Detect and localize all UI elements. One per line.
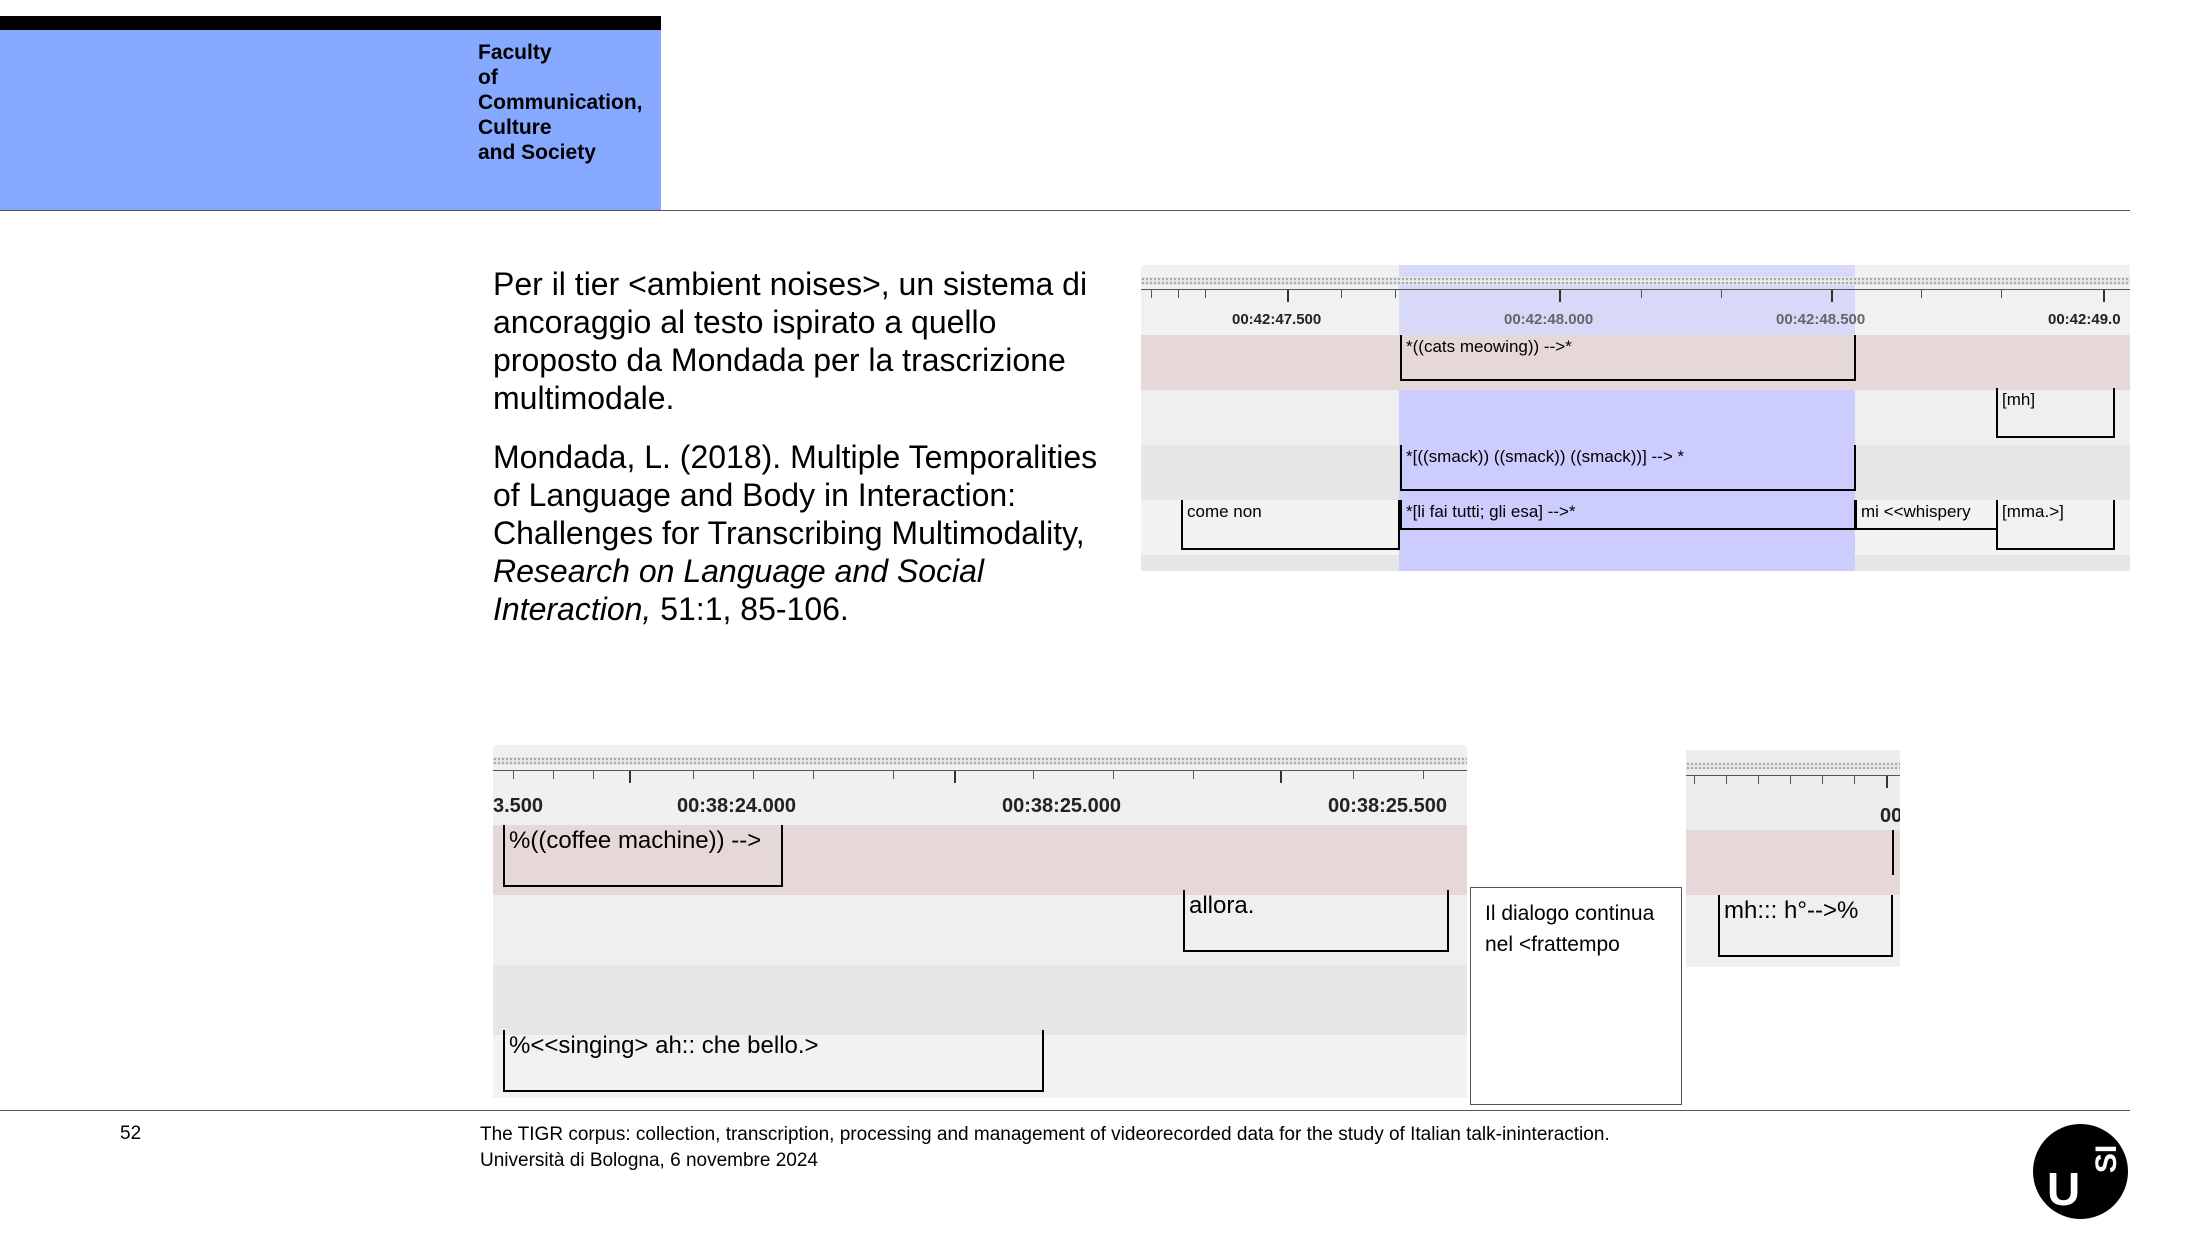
time-label: 00:42:48.500 bbox=[1776, 311, 1866, 328]
tick bbox=[1886, 776, 1888, 788]
time-label: 00:38:24.000 bbox=[677, 795, 796, 817]
tick bbox=[1033, 771, 1034, 779]
footer-line1: The TIGR corpus: collection, transcripti… bbox=[480, 1124, 1610, 1145]
time-label: 00:38:25.000 bbox=[1002, 795, 1121, 817]
tick bbox=[1694, 776, 1695, 784]
tick bbox=[1854, 776, 1855, 784]
tick bbox=[1178, 290, 1179, 298]
tick bbox=[553, 771, 554, 779]
reference-part2: 51:1, 85-106. bbox=[651, 591, 849, 627]
time-label: 00 bbox=[1880, 805, 1900, 827]
annotation-allora[interactable]: allora. bbox=[1183, 890, 1449, 952]
ruler-line bbox=[1141, 289, 2130, 290]
timeline-panel-bottom-right: 00 mh::: h°-->% bbox=[1686, 750, 1900, 967]
tick bbox=[1559, 290, 1561, 302]
tick bbox=[1423, 771, 1424, 779]
reference-part1: Mondada, L. (2018). Multiple Temporaliti… bbox=[493, 439, 1098, 551]
footer-line2: Università di Bologna, 6 novembre 2024 bbox=[480, 1150, 818, 1171]
faculty-label: Faculty of Communication, Culture and So… bbox=[478, 41, 643, 164]
logo-si: SI bbox=[2090, 1144, 2124, 1174]
ruler-dots bbox=[1686, 762, 1900, 770]
tick bbox=[1151, 290, 1152, 298]
annotation-boundary bbox=[1892, 830, 1894, 875]
tick bbox=[1113, 771, 1114, 779]
tick bbox=[1641, 290, 1642, 298]
tick bbox=[593, 771, 594, 779]
time-label: 00:42:48.000 bbox=[1504, 311, 1594, 328]
time-label: 00:38:25.500 bbox=[1328, 795, 1447, 817]
timeline-panel-bottom-left: 3.500 00:38:24.000 00:38:25.000 00:38:25… bbox=[493, 745, 1467, 1098]
annotation-mh[interactable]: [mh] bbox=[1996, 388, 2115, 438]
annotation-mma[interactable]: [mma.>] bbox=[1996, 500, 2115, 550]
dialogue-note: Il dialogo continua nel <frattempo bbox=[1470, 887, 1682, 1105]
tick bbox=[1341, 290, 1342, 298]
tick bbox=[2103, 290, 2105, 302]
tick bbox=[1205, 290, 1206, 298]
ruler-line bbox=[1686, 775, 1900, 776]
header-black-bar bbox=[0, 16, 661, 30]
page-number: 52 bbox=[120, 1123, 142, 1144]
tick bbox=[1726, 776, 1727, 784]
annotation-mh-h[interactable]: mh::: h°-->% bbox=[1718, 895, 1893, 957]
annotation-come-non[interactable]: come non bbox=[1181, 500, 1400, 550]
ruler-dots bbox=[1141, 277, 2130, 285]
footer-citation: The TIGR corpus: collection, transcripti… bbox=[480, 1122, 1610, 1174]
tick bbox=[1822, 776, 1823, 784]
ruler-dots bbox=[493, 757, 1467, 765]
tick bbox=[1758, 776, 1759, 784]
tick bbox=[753, 771, 754, 779]
tier-speaker-b bbox=[493, 965, 1467, 1035]
annotation-smack[interactable]: *[((smack)) ((smack)) ((smack))] --> * bbox=[1400, 445, 1856, 491]
tick bbox=[1280, 771, 1282, 783]
tick bbox=[813, 771, 814, 779]
tick bbox=[693, 771, 694, 779]
tick bbox=[1790, 776, 1791, 784]
time-label: 00:42:49.0 bbox=[2048, 311, 2121, 328]
annotation-singing[interactable]: %<<singing> ah:: che bello.> bbox=[503, 1030, 1044, 1092]
tick bbox=[1287, 290, 1289, 302]
tick bbox=[513, 771, 514, 779]
tick bbox=[1921, 290, 1922, 298]
annotation-cats-meowing[interactable]: *((cats meowing)) -->* bbox=[1400, 335, 1856, 381]
tick bbox=[1395, 290, 1396, 298]
header-divider bbox=[0, 210, 2130, 211]
reference-mondada: Mondada, L. (2018). Multiple Temporaliti… bbox=[493, 438, 1113, 628]
tier-ambient-noises bbox=[1686, 830, 1900, 895]
ruler-line bbox=[493, 770, 1467, 771]
tick bbox=[1193, 771, 1194, 779]
tick bbox=[954, 771, 956, 783]
tick bbox=[893, 771, 894, 779]
time-label: 00:42:47.500 bbox=[1232, 311, 1322, 328]
tick bbox=[1831, 290, 1833, 302]
tick bbox=[1353, 771, 1354, 779]
tick bbox=[2001, 290, 2002, 298]
footer-divider bbox=[0, 1110, 2130, 1111]
annotation-coffee-machine[interactable]: %((coffee machine)) --> bbox=[503, 825, 783, 887]
logo-u: U bbox=[2047, 1163, 2081, 1215]
timeline-panel-top: 00:42:47.500 00:42:48.000 00:42:48.500 0… bbox=[1141, 265, 2130, 571]
annotation-mi-whispery[interactable]: mi <<whispery bbox=[1855, 500, 1998, 530]
tick bbox=[1721, 290, 1722, 298]
paragraph-ambient-noises: Per il tier <ambient noises>, un sistema… bbox=[493, 266, 1088, 416]
tick bbox=[629, 771, 631, 783]
annotation-li-fai-tutti[interactable]: *[li fai tutti; gli esa] -->* bbox=[1400, 500, 1856, 530]
usi-logo: U SI bbox=[2033, 1124, 2128, 1219]
time-label: 3.500 bbox=[493, 795, 544, 817]
